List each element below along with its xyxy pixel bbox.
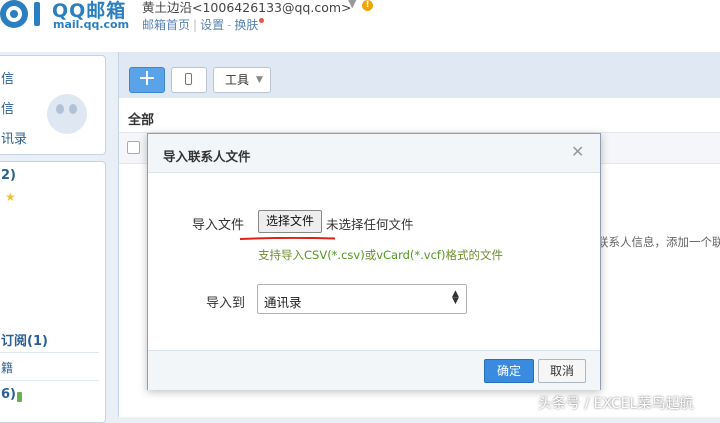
qq-mail-logo[interactable] (0, 0, 46, 36)
chevron-down-icon: ▼ (256, 75, 263, 85)
sidebar-item-count[interactable]: 2) (1, 168, 16, 183)
select-value: 通讯录 (264, 295, 302, 310)
user-account[interactable]: 黄土边沿<1006426133@qq.com> (142, 0, 352, 16)
sidebar-divider (0, 380, 99, 381)
mailbox-home-link[interactable]: 邮箱首页 (142, 18, 190, 32)
import-to-label: 导入到 (206, 296, 246, 311)
notification-dot-icon (259, 18, 265, 23)
top-links: 邮箱首页 | 设置 - 换肤 (142, 16, 265, 33)
warning-icon[interactable]: ! (362, 0, 373, 11)
confirm-button[interactable]: 确定 (484, 359, 534, 383)
sidebar-item-inbox[interactable]: 信 (1, 68, 14, 87)
group-title: 全部 (128, 113, 155, 128)
dialog-title: 导入联系人文件 (163, 149, 251, 164)
import-file-label: 导入文件 (192, 218, 245, 233)
qq-penguin-icon (47, 94, 87, 134)
sidebar-lists: 2) ★ 订阅(1) 籍 6) (0, 161, 106, 423)
settings-link[interactable]: 设置 (200, 18, 224, 32)
sidebar-item-contacts[interactable]: 讯录 (1, 128, 27, 147)
supported-formats-text: 支持导入CSV(*.csv)或vCard(*.vcf)格式的文件 (258, 248, 503, 262)
annotation-underline (240, 237, 335, 240)
tools-label: 工具 (225, 73, 250, 87)
sidebar-item-write[interactable]: 信 (1, 98, 14, 117)
chevron-down-icon[interactable]: ▼ (348, 0, 356, 10)
choose-file-button[interactable]: 选择文件 (258, 210, 322, 233)
bottle-icon (17, 392, 22, 402)
dialog-titlebar: 导入联系人文件 ✕ (148, 134, 600, 173)
logo-subtext: mail.qq.com (53, 18, 130, 31)
select-all-checkbox[interactable] (127, 141, 140, 154)
no-file-chosen-text: 未选择任何文件 (326, 217, 414, 232)
toolbar: + 工具 ▼ (119, 52, 720, 98)
empty-hint: 联系人信息，添加一个联 (597, 235, 720, 249)
header: QQ邮箱 mail.qq.com 黄土边沿<1006426133@qq.com>… (0, 0, 720, 52)
tools-dropdown-button[interactable]: 工具 ▼ (213, 67, 271, 93)
sidebar-item-bottom[interactable]: 籍 (1, 359, 13, 376)
watermark: 头条号 / EXCEL菜鸟起航 (538, 396, 694, 412)
phone-icon (185, 73, 192, 85)
sidebar-item-bottom-count[interactable]: 6) (1, 387, 16, 402)
select-arrows-icon: ▲ ▼ (452, 289, 459, 306)
close-icon[interactable]: ✕ (571, 144, 584, 160)
import-contacts-dialog: 导入联系人文件 ✕ 导入文件 选择文件 未选择任何文件 支持导入CSV(*.cs… (147, 133, 601, 390)
dialog-footer: 确定 取消 (148, 350, 600, 390)
sidebar-folders: 信 信 讯录 (0, 55, 106, 155)
star-icon[interactable]: ★ (5, 190, 16, 204)
sidebar-divider (0, 352, 99, 353)
change-skin-link[interactable]: 换肤 (234, 18, 258, 32)
add-contact-button[interactable]: + (129, 67, 165, 93)
sidebar: 信 信 讯录 2) ★ 订阅(1) 籍 6) (0, 52, 108, 423)
cancel-button[interactable]: 取消 (538, 359, 586, 383)
phone-sync-button[interactable] (171, 67, 207, 93)
import-target-select[interactable]: 通讯录 ▲ ▼ (257, 284, 467, 314)
sidebar-item-subscription[interactable]: 订阅(1) (1, 330, 48, 349)
